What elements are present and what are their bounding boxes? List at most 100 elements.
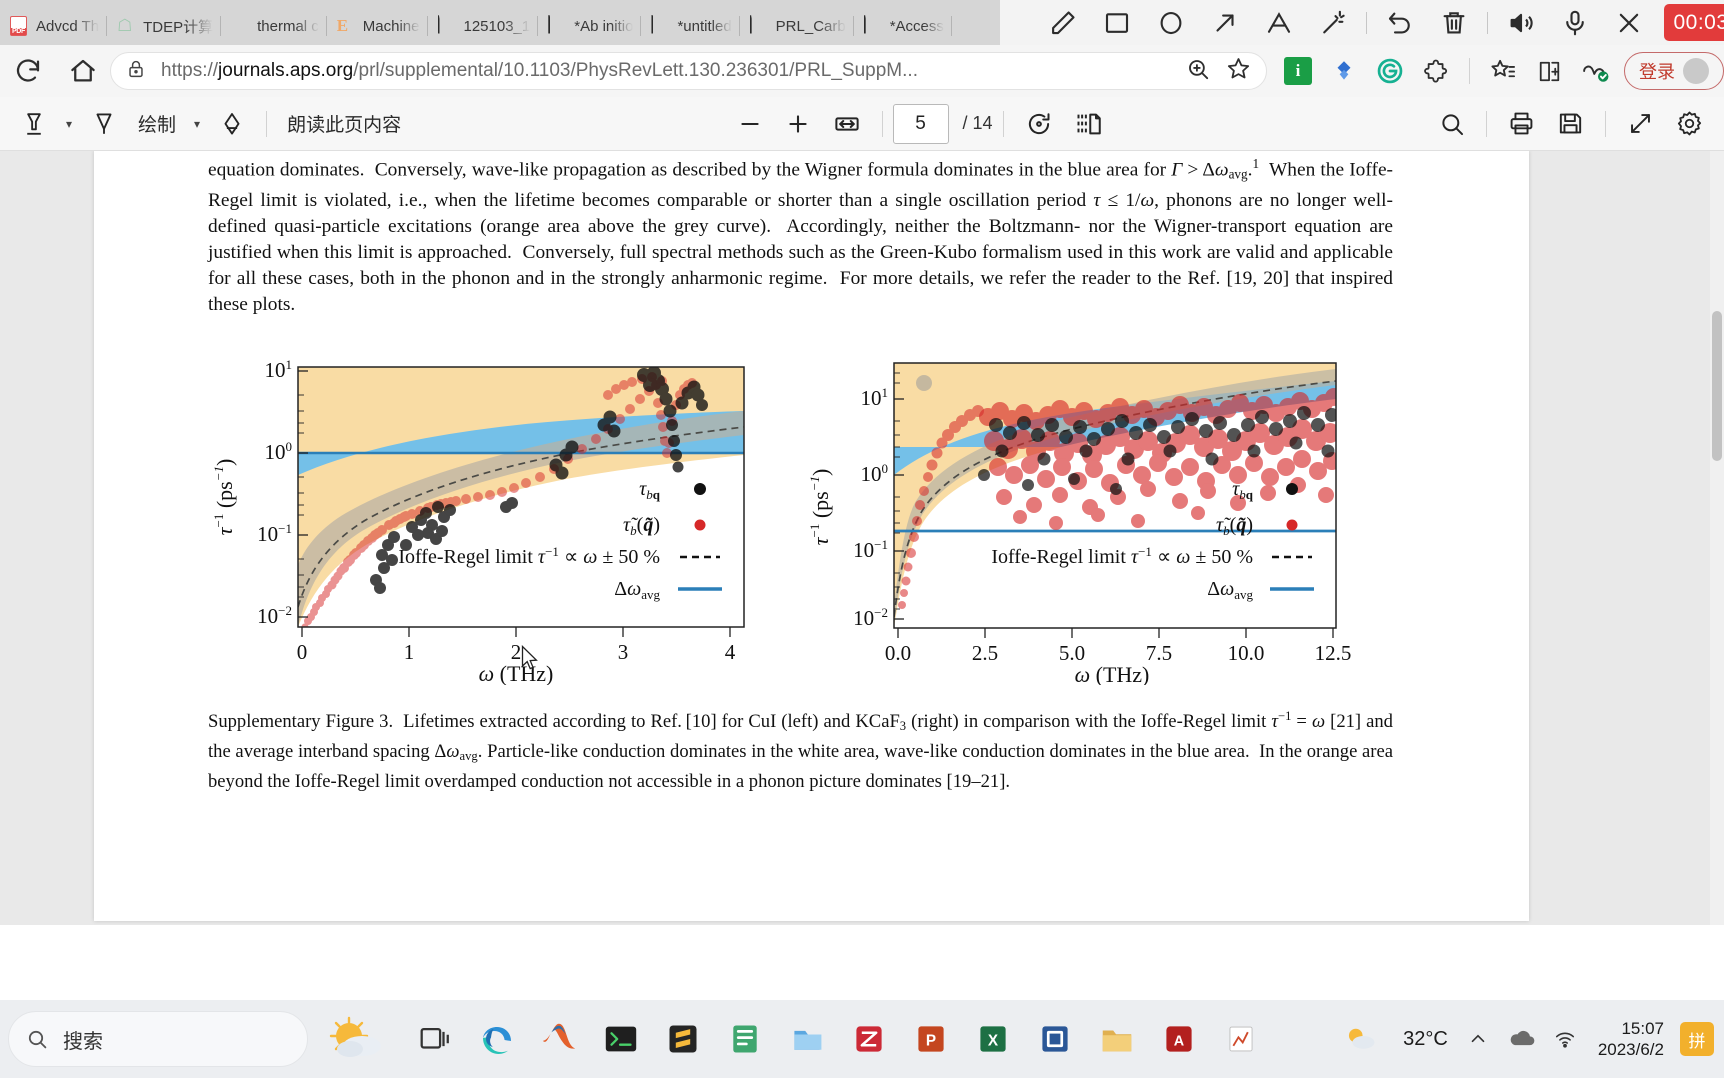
search-icon[interactable]	[1428, 104, 1476, 144]
chevron-down-icon[interactable]: ▾	[58, 117, 80, 131]
network-icon[interactable]	[1548, 1000, 1582, 1078]
browser-essentials-icon[interactable]	[1572, 50, 1618, 92]
draw-icon[interactable]	[80, 104, 128, 144]
onedrive-icon[interactable]	[1502, 1000, 1542, 1078]
lock-icon	[125, 58, 147, 85]
rectangle-icon[interactable]	[1090, 0, 1144, 45]
url-scheme: https://	[161, 60, 219, 81]
tab-label: *Ab initio	[574, 17, 634, 35]
grammarly-icon[interactable]	[1367, 50, 1413, 92]
browser-tab-0[interactable]: PDF Advcd Th	[0, 7, 108, 45]
chevron-up-icon[interactable]	[1460, 1000, 1496, 1078]
page-scrollbar[interactable]	[1710, 151, 1724, 925]
ellipse-icon[interactable]	[1144, 0, 1198, 45]
split-screen-icon[interactable]	[1526, 50, 1572, 92]
divider	[1487, 11, 1488, 34]
sign-in-label: 登录	[1639, 62, 1675, 82]
zotero-icon[interactable]	[838, 1000, 900, 1078]
browser-tab-2[interactable]: thermal c	[221, 7, 327, 45]
magic-wand-icon[interactable]	[1306, 0, 1360, 45]
task-view-icon[interactable]	[404, 1000, 466, 1078]
star-icon[interactable]	[1225, 55, 1252, 87]
arrow-icon[interactable]	[1198, 0, 1252, 45]
svg-text:Ioffe-Regel limit τ−1 ∝ ω ± 50: Ioffe-Regel limit τ−1 ∝ ω ± 50 %	[398, 544, 660, 568]
tab-label: Machine	[362, 17, 420, 35]
close-icon[interactable]	[1602, 0, 1656, 45]
undo-icon[interactable]	[1373, 0, 1427, 45]
origin-icon[interactable]	[1210, 1000, 1272, 1078]
weather-tray-icon[interactable]	[1329, 1000, 1391, 1078]
address-bar[interactable]: https://journals.aps.org/prl/supplementa…	[110, 52, 1267, 90]
acrobat-icon[interactable]: A	[1148, 1000, 1210, 1078]
diamond-extension-icon[interactable]	[1321, 50, 1367, 92]
fit-to-width-icon[interactable]	[822, 104, 872, 144]
speaker-icon[interactable]	[1494, 0, 1548, 45]
powerpoint-icon[interactable]: P	[900, 1000, 962, 1078]
fullscreen-icon[interactable]	[1616, 104, 1665, 144]
explorer-icon[interactable]	[776, 1000, 838, 1078]
info-extension-icon[interactable]: i	[1275, 50, 1321, 92]
page-view-icon[interactable]	[1064, 104, 1114, 144]
settings-icon[interactable]	[1665, 104, 1714, 144]
svg-text:10−1: 10−1	[853, 537, 888, 562]
divider	[1469, 58, 1470, 84]
tab-label: *Access	[889, 17, 944, 35]
delete-icon[interactable]	[1427, 0, 1481, 45]
search-input[interactable]: 搜索	[8, 1011, 308, 1067]
page-zoom-icon[interactable]	[1185, 56, 1211, 87]
browser-tab-6[interactable]: *untitled	[641, 7, 740, 45]
terminal-icon[interactable]	[590, 1000, 652, 1078]
svg-text:ω (THz): ω (THz)	[479, 661, 554, 685]
excel-icon[interactable]: X	[962, 1000, 1024, 1078]
zoom-out-button[interactable]	[726, 104, 774, 144]
folder-icon[interactable]	[1086, 1000, 1148, 1078]
microphone-icon[interactable]	[1548, 0, 1602, 45]
print-icon[interactable]	[1497, 104, 1546, 144]
browser-tab-1[interactable]: ☖ TDEP计算	[107, 7, 222, 45]
draw-label[interactable]: 绘制	[128, 104, 186, 144]
edge-icon[interactable]	[466, 1000, 528, 1078]
eraser-icon[interactable]	[208, 104, 256, 144]
browser-tab-5[interactable]: *Ab initio	[538, 7, 642, 45]
chart-right-KCaF3: 101 100 10−1 10−2 0.0 2.5 5.0 7.5 10.0 12.5 …	[807, 361, 1351, 685]
highlighter-icon[interactable]	[10, 104, 58, 144]
svg-text:1: 1	[404, 640, 415, 664]
clock[interactable]: 15:07 2023/6/2	[1588, 1018, 1674, 1060]
browser-tab-4[interactable]: 125103_1	[428, 7, 539, 45]
pen-icon[interactable]	[1036, 0, 1090, 45]
temperature-label: 32°C	[1403, 1027, 1448, 1050]
pdf-page-viewer[interactable]: equation dominates. Conversely, wave-lik…	[0, 151, 1724, 925]
document-icon	[548, 14, 567, 37]
read-aloud-button[interactable]: 朗读此页内容	[277, 104, 411, 144]
collections-icon[interactable]	[1480, 50, 1526, 92]
supplementary-figure-3: 101 100 10−1 10−2 012 34 ω (THz) τ−1 (ps…	[208, 337, 1393, 685]
notes-icon[interactable]	[714, 1000, 776, 1078]
scrollbar-thumb[interactable]	[1712, 311, 1722, 461]
ime-indicator[interactable]: 拼	[1680, 1022, 1714, 1056]
page-number-input[interactable]: 5	[892, 103, 949, 144]
zoom-in-button[interactable]	[774, 104, 822, 144]
chevron-down-icon[interactable]: ▾	[186, 117, 208, 131]
word-icon[interactable]	[1024, 1000, 1086, 1078]
browser-tab-7[interactable]: PRL_Carb	[740, 7, 854, 45]
svg-text:τ−1 (ps−1): τ−1 (ps−1)	[211, 458, 237, 535]
browser-tab-3[interactable]: E Machine	[327, 7, 428, 45]
matlab-icon[interactable]	[528, 1000, 590, 1078]
pdf-viewer-toolbar: ▾ 绘制 ▾ 朗读此页内容 5 / 14	[0, 97, 1724, 151]
puzzle-extension-icon[interactable]	[1413, 50, 1459, 92]
svg-text:τ̃b(q̃): τ̃b(q̃)	[1216, 514, 1253, 538]
home-icon[interactable]	[55, 50, 110, 92]
text-icon[interactable]	[1252, 0, 1306, 45]
svg-text:100: 100	[265, 439, 293, 464]
reload-icon[interactable]	[0, 50, 55, 92]
sublime-icon[interactable]	[652, 1000, 714, 1078]
rotate-icon[interactable]	[1014, 104, 1064, 144]
browser-tab-8[interactable]: *Access	[854, 7, 953, 45]
body-paragraph: equation dominates. Conversely, wave-lik…	[208, 156, 1394, 316]
clock-date: 2023/6/2	[1597, 1040, 1664, 1059]
weather-widget[interactable]	[308, 1000, 404, 1078]
save-icon[interactable]	[1546, 104, 1595, 144]
svg-text:7.5: 7.5	[1146, 641, 1172, 665]
url-path: /prl/supplemental/10.1103/PhysRevLett.13…	[353, 60, 918, 81]
sign-in-button[interactable]: 登录	[1624, 52, 1724, 90]
